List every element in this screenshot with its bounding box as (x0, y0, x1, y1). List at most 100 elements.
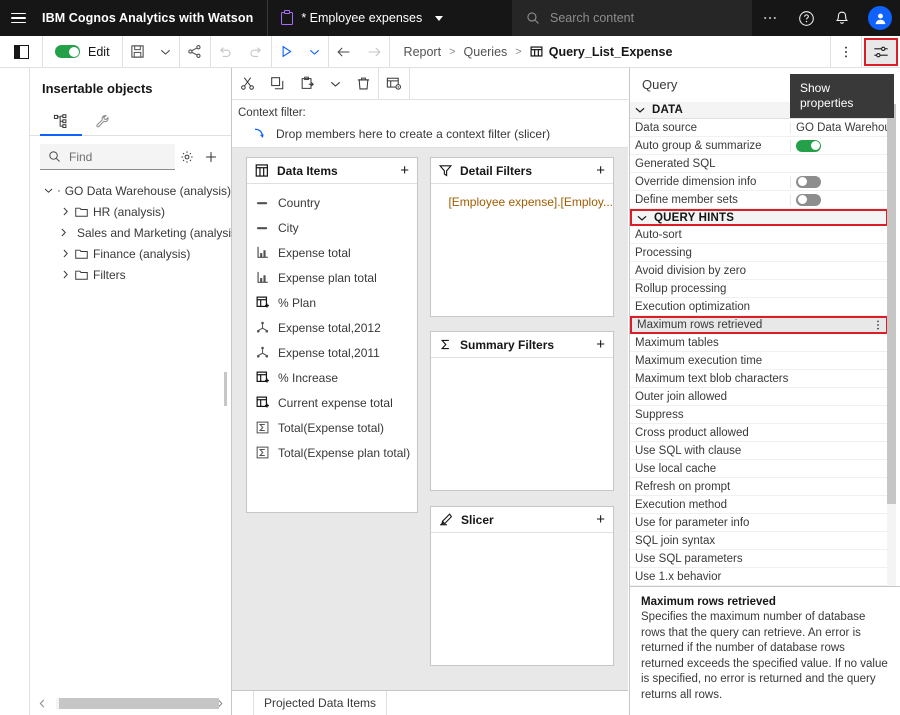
query-explorer-icon[interactable] (379, 68, 409, 100)
add-detail-filter-button[interactable]: + (596, 163, 605, 178)
table-row[interactable]: Avoid division by zero (630, 262, 888, 280)
table-row[interactable]: Define member sets (630, 191, 888, 209)
table-row[interactable]: Auto group & summarize (630, 137, 888, 155)
hamburger-icon[interactable] (0, 0, 36, 36)
table-row[interactable]: Use for parameter info (630, 514, 888, 532)
avatar[interactable] (860, 0, 900, 36)
plus-icon[interactable] (199, 150, 223, 164)
chevron-down-icon[interactable] (435, 15, 444, 21)
property-value[interactable]: GO Data Warehouse... (790, 121, 888, 134)
cut-icon[interactable] (232, 68, 262, 100)
edit-mode-toggle[interactable]: Edit (43, 36, 122, 68)
show-properties-button[interactable] (862, 36, 900, 68)
table-row[interactable]: Use SQL with clause (630, 442, 888, 460)
undo-icon[interactable] (211, 36, 241, 68)
share-icon[interactable] (180, 36, 210, 68)
chevron-down-icon[interactable] (44, 187, 53, 194)
toggle-switch[interactable] (796, 175, 821, 188)
table-row[interactable]: Refresh on prompt (630, 478, 888, 496)
list-item[interactable]: [Employee expense].[Employ... (431, 190, 613, 214)
context-filter-dropzone[interactable]: Drop members here to create a context fi… (238, 119, 628, 141)
source-tree-tab[interactable] (40, 106, 82, 136)
table-row[interactable]: Override dimension info (630, 173, 888, 191)
gear-icon[interactable] (175, 150, 199, 164)
query-canvas[interactable]: Data Items + Country City Expense total … (232, 148, 628, 715)
table-row[interactable]: Use SQL parameters (630, 550, 888, 568)
scrollbar-track[interactable] (56, 697, 219, 709)
table-row[interactable]: Use 1.x behavior (630, 568, 888, 586)
left-panel-horizontal-scrollbar[interactable] (38, 697, 224, 709)
run-dropdown-chevron-down-icon[interactable] (302, 36, 328, 68)
tree-node-sales-and-marketing[interactable]: Sales and Marketing (analysis) (30, 222, 241, 243)
toolbox-tab[interactable] (82, 106, 124, 136)
toggle-switch[interactable] (796, 193, 821, 206)
table-row[interactable]: Data source GO Data Warehouse... (630, 119, 888, 137)
table-row[interactable]: Maximum execution time (630, 352, 888, 370)
document-title-chip[interactable]: * Employee expenses (268, 0, 455, 36)
section-header-query-hints[interactable]: QUERY HINTS (630, 209, 888, 226)
chevron-right-icon[interactable] (60, 207, 70, 216)
property-value[interactable] (790, 175, 888, 188)
copy-icon[interactable] (262, 68, 292, 100)
table-row[interactable]: Use local cache (630, 460, 888, 478)
list-item[interactable]: % Plan (247, 290, 417, 315)
paste-icon[interactable] (292, 68, 322, 100)
list-item[interactable]: % Increase (247, 365, 417, 390)
chevron-right-icon[interactable] (60, 270, 70, 279)
chevron-right-icon[interactable] (60, 249, 70, 258)
breadcrumb-item-report[interactable]: Report (404, 45, 442, 59)
table-row[interactable]: Processing (630, 244, 888, 262)
help-icon[interactable] (788, 0, 824, 36)
find-input[interactable]: Find (40, 144, 175, 170)
properties-scroll-area[interactable]: DATA Data source GO Data Warehouse... Au… (630, 102, 900, 654)
tree-node-finance[interactable]: Finance (analysis) (30, 243, 231, 264)
list-item[interactable]: City (247, 215, 417, 240)
bell-icon[interactable] (824, 0, 860, 36)
property-value[interactable] (790, 139, 888, 152)
panel-resize-handle[interactable] (224, 372, 227, 406)
table-row[interactable]: Maximum text blob characters (630, 370, 888, 388)
list-item[interactable]: Expense plan total (247, 265, 417, 290)
toolbar-overflow-menu-icon[interactable] (831, 36, 861, 68)
list-item[interactable]: Country (247, 190, 417, 215)
arrow-left-icon[interactable] (329, 36, 359, 68)
table-row[interactable]: Generated SQL (630, 155, 888, 173)
scroll-left-arrow-icon[interactable] (38, 699, 46, 708)
overflow-menu-icon[interactable] (752, 0, 788, 36)
add-slicer-button[interactable]: + (596, 512, 605, 527)
tree-node-hr[interactable]: HR (analysis) (30, 201, 231, 222)
list-item[interactable]: Expense total,2011 (247, 340, 417, 365)
edit-toggle-switch[interactable] (55, 45, 80, 58)
projected-data-items-tab[interactable]: Projected Data Items (254, 690, 388, 715)
properties-icon[interactable] (864, 37, 898, 66)
delete-icon[interactable] (348, 68, 378, 100)
chevron-right-icon[interactable] (60, 228, 67, 237)
table-row[interactable]: Auto-sort (630, 226, 888, 244)
add-data-item-button[interactable]: + (400, 163, 409, 178)
add-summary-filter-button[interactable]: + (596, 337, 605, 352)
table-row[interactable]: Rollup processing (630, 280, 888, 298)
side-panel-icon[interactable] (0, 36, 42, 68)
redo-icon[interactable] (241, 36, 271, 68)
toggle-switch[interactable] (796, 139, 821, 152)
property-value[interactable] (790, 193, 888, 206)
table-row[interactable]: Maximum tables (630, 334, 888, 352)
properties-scrollbar-thumb[interactable] (887, 104, 896, 504)
context-filter-area[interactable]: Context filter: Drop members here to cre… (232, 100, 628, 148)
table-row[interactable]: Cross product allowed (630, 424, 888, 442)
table-row[interactable]: Suppress (630, 406, 888, 424)
breadcrumb-item-queries[interactable]: Queries (464, 45, 508, 59)
list-item[interactable]: Total(Expense total) (247, 415, 417, 440)
row-overflow-menu-icon[interactable] (868, 319, 886, 331)
tree-node-filters[interactable]: Filters (30, 264, 231, 285)
run-icon[interactable] (272, 36, 302, 68)
list-item[interactable]: Expense total (247, 240, 417, 265)
table-row-maximum-rows-retrieved[interactable]: Maximum rows retrieved (630, 316, 888, 334)
save-icon[interactable] (123, 36, 153, 68)
scrollbar-thumb[interactable] (59, 697, 219, 709)
paste-dropdown-chevron-down-icon[interactable] (322, 68, 348, 100)
list-item[interactable]: Total(Expense plan total) (247, 440, 417, 465)
search-input[interactable]: Search content (512, 0, 752, 36)
table-row[interactable]: Execution method (630, 496, 888, 514)
tree-node-package[interactable]: GO Data Warehouse (analysis) (30, 180, 231, 201)
